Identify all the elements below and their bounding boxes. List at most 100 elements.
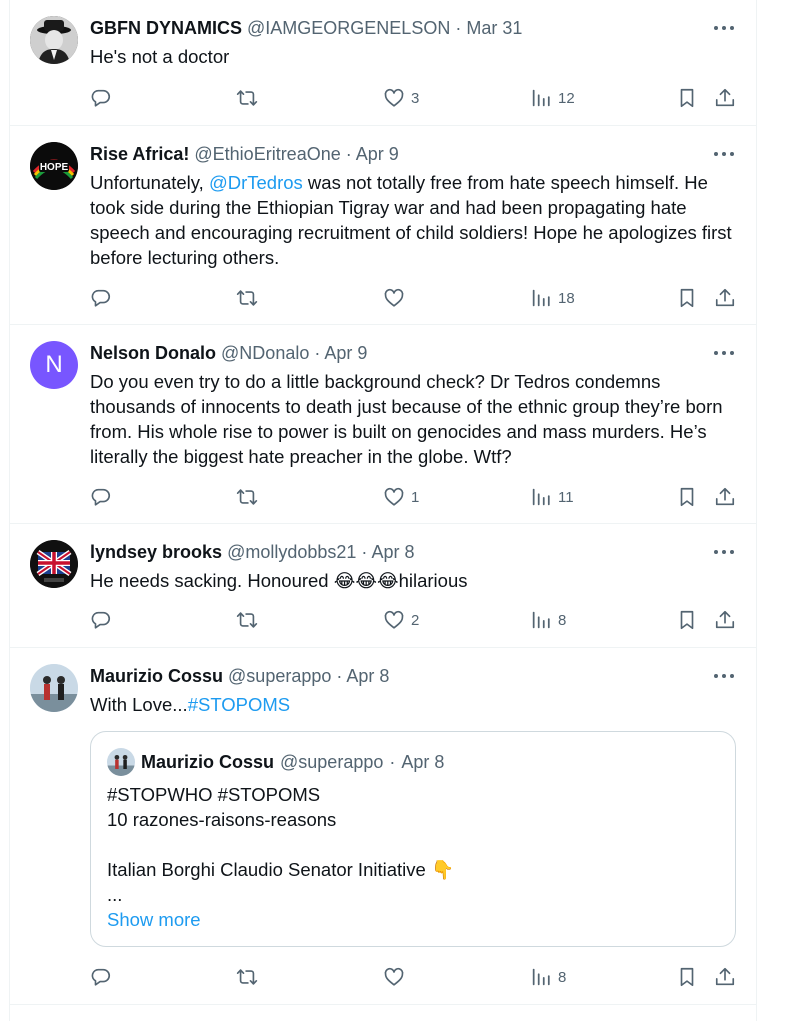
like-count: 1: [411, 488, 420, 506]
user-handle[interactable]: @mollydobbs21: [227, 542, 356, 562]
avatar-two-figures-icon: [107, 748, 135, 776]
views-button[interactable]: 12: [530, 84, 575, 112]
more-icon[interactable]: [712, 666, 736, 686]
reply-button[interactable]: [90, 963, 118, 991]
tweet-nelson-donalo[interactable]: N Nelson Donalo @NDonalo · Apr 9 Do you …: [10, 325, 756, 524]
tweet-actions: 18: [90, 284, 738, 312]
tweet-date[interactable]: Apr 8: [371, 542, 414, 562]
like-button[interactable]: 2: [383, 606, 419, 634]
retweet-icon: [236, 287, 258, 309]
share-button[interactable]: [714, 84, 736, 112]
tweet-gbfn[interactable]: GBFN DYNAMICS @IAMGEORGENELSON · Mar 31 …: [10, 0, 756, 126]
tweet-date[interactable]: Mar 31: [466, 18, 522, 38]
reply-button[interactable]: [90, 483, 118, 511]
quoted-tweet[interactable]: Maurizio Cossu @superappo · Apr 8 #STOPW…: [90, 731, 736, 947]
tweet-rise-africa[interactable]: HOPE Rise Africa! @EthioEritreaOne · Apr…: [10, 126, 756, 325]
user-handle[interactable]: @EthioEritreaOne: [194, 144, 340, 164]
views-button[interactable]: 18: [530, 284, 575, 312]
reply-button[interactable]: [90, 84, 118, 112]
retweet-button[interactable]: [236, 84, 264, 112]
views-icon: [530, 287, 552, 309]
views-count: 8: [558, 968, 567, 986]
avatar[interactable]: [30, 540, 78, 588]
tweet-date[interactable]: Apr 9: [356, 144, 399, 164]
retweet-icon: [236, 87, 258, 109]
user-handle[interactable]: @superappo: [228, 666, 331, 686]
avatar-letter: N: [45, 351, 63, 378]
quote-date[interactable]: Apr 8: [401, 750, 444, 774]
tweet-text-content: Unfortunately,: [90, 172, 209, 193]
bookmark-button[interactable]: [676, 963, 698, 991]
display-name[interactable]: GBFN DYNAMICS: [90, 18, 242, 38]
tweet-actions: 1 11: [90, 483, 738, 511]
share-icon: [714, 609, 736, 631]
hashtag-link[interactable]: #STOPOMS: [188, 694, 290, 715]
bookmark-button[interactable]: [676, 483, 698, 511]
tweet-text-content: Do you even try to do a little backgroun…: [90, 371, 723, 467]
display-name[interactable]: Maurizio Cossu: [90, 666, 223, 686]
display-name[interactable]: Rise Africa!: [90, 144, 189, 164]
like-button[interactable]: [383, 284, 411, 312]
retweet-button[interactable]: [236, 963, 264, 991]
like-icon: [383, 486, 405, 508]
display-name[interactable]: lyndsey brooks: [90, 542, 222, 562]
avatar[interactable]: [30, 664, 78, 712]
views-button[interactable]: 8: [530, 963, 566, 991]
tweet-date[interactable]: Apr 8: [346, 666, 389, 686]
views-count: 8: [558, 611, 567, 629]
quote-user-handle[interactable]: @superappo: [280, 750, 383, 774]
share-button[interactable]: [714, 284, 736, 312]
views-button[interactable]: 11: [530, 483, 574, 511]
share-button[interactable]: [714, 606, 736, 634]
views-count: 12: [558, 89, 575, 107]
tweet-date[interactable]: Apr 9: [324, 343, 367, 363]
bookmark-icon: [676, 287, 698, 309]
like-button[interactable]: 1: [383, 483, 419, 511]
avatar[interactable]: HOPE: [30, 142, 78, 190]
more-icon[interactable]: [712, 343, 736, 363]
tweet-text-content: He's not a doctor: [90, 46, 230, 67]
display-name[interactable]: Nelson Donalo: [90, 343, 216, 363]
like-count: 3: [411, 89, 420, 107]
user-handle[interactable]: @IAMGEORGENELSON: [247, 18, 450, 38]
tweet-header: Maurizio Cossu @superappo · Apr 8: [90, 664, 389, 688]
share-button[interactable]: [714, 483, 736, 511]
mention-link[interactable]: @DrTedros: [209, 172, 303, 193]
more-icon[interactable]: [712, 18, 736, 38]
avatar[interactable]: N: [30, 341, 78, 389]
like-button[interactable]: [383, 963, 411, 991]
share-button[interactable]: [714, 963, 736, 991]
retweet-button[interactable]: [236, 284, 264, 312]
show-more-link[interactable]: Show more: [107, 907, 717, 932]
quote-avatar[interactable]: [107, 748, 135, 776]
tweet-maurizio-cossu[interactable]: Maurizio Cossu @superappo · Apr 8 With L…: [10, 648, 756, 1005]
views-icon: [530, 609, 552, 631]
tweet-actions: 2 8: [90, 606, 738, 634]
separator-dot: ·: [361, 542, 368, 562]
like-button[interactable]: 3: [383, 84, 419, 112]
retweet-button[interactable]: [236, 606, 264, 634]
views-button[interactable]: 8: [530, 606, 566, 634]
tweet-lyndsey-brooks[interactable]: lyndsey brooks @mollydobbs21 · Apr 8 He …: [10, 524, 756, 648]
bookmark-button[interactable]: [676, 84, 698, 112]
reply-icon: [90, 287, 112, 309]
views-icon: [530, 87, 552, 109]
tweet-text: He needs sacking. Honoured 😂😂😂hilarious: [90, 568, 740, 593]
retweet-button[interactable]: [236, 483, 264, 511]
like-icon: [383, 609, 405, 631]
quote-text-content: #STOPWHO #STOPOMS 10 razones-raisons-rea…: [107, 784, 454, 905]
bookmark-button[interactable]: [676, 606, 698, 634]
avatar[interactable]: [30, 16, 78, 64]
user-handle[interactable]: @NDonalo: [221, 343, 309, 363]
more-icon[interactable]: [712, 144, 736, 164]
views-icon: [530, 966, 552, 988]
more-icon[interactable]: [712, 542, 736, 562]
reply-button[interactable]: [90, 284, 118, 312]
reply-button[interactable]: [90, 606, 118, 634]
separator-dot: ·: [336, 666, 343, 686]
quote-display-name[interactable]: Maurizio Cossu: [141, 750, 274, 774]
views-count: 11: [558, 488, 574, 506]
laughing-emoji: 😂😂😂: [333, 570, 399, 591]
avatar-union-jack-icon: [30, 540, 78, 588]
bookmark-button[interactable]: [676, 284, 698, 312]
